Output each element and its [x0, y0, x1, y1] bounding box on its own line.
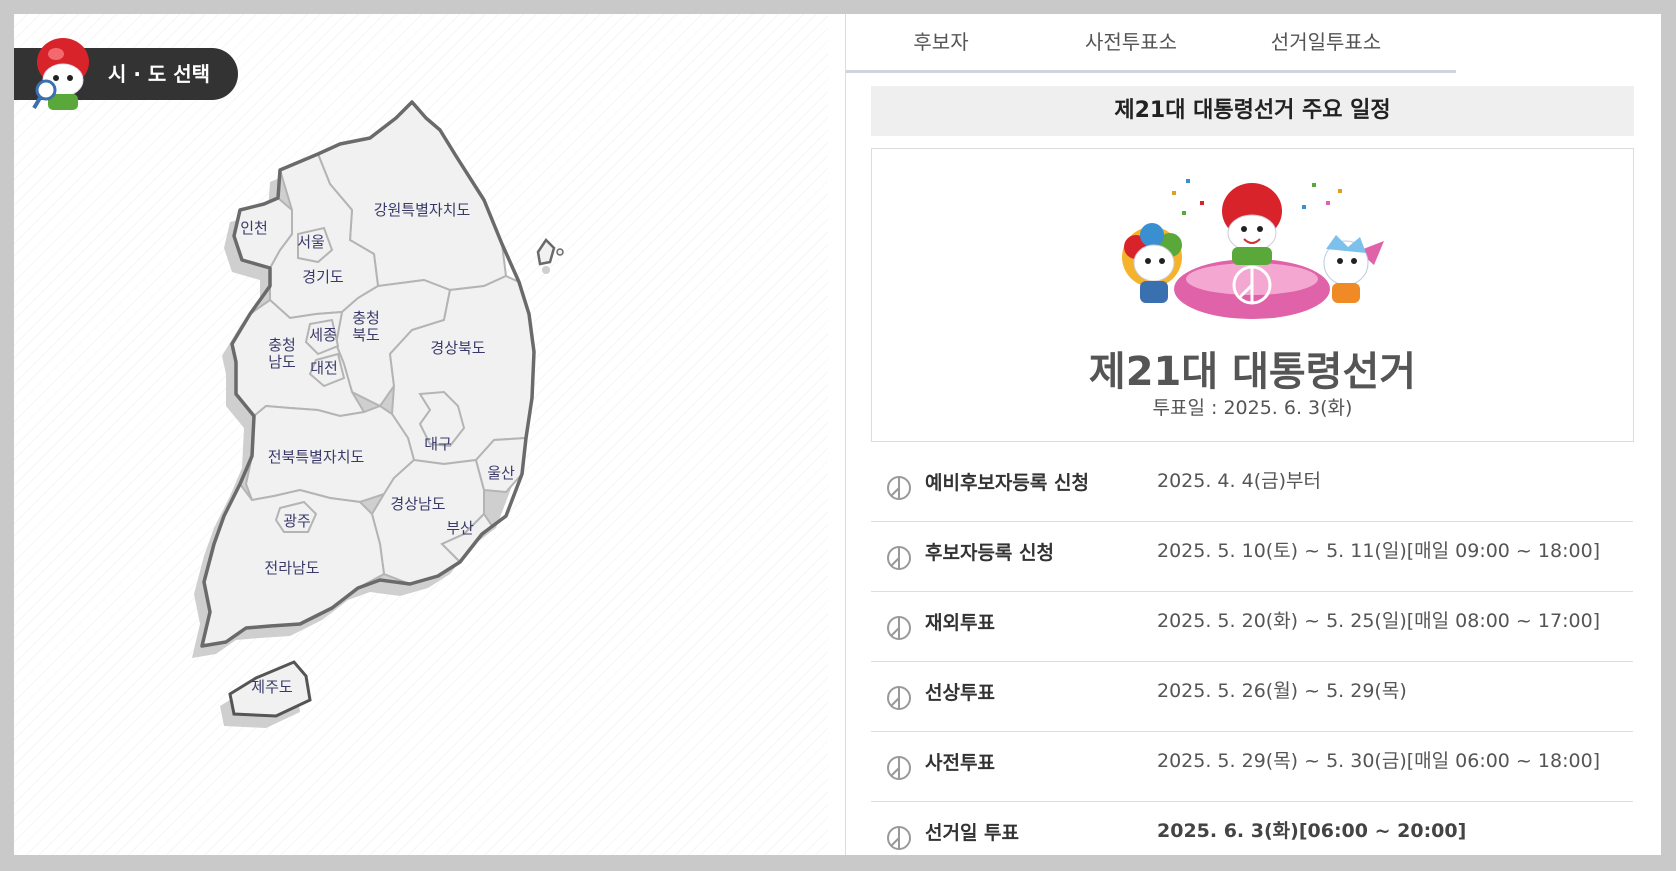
label-gyeongnam[interactable]: 경상남도: [390, 495, 445, 513]
label-busan[interactable]: 부산: [446, 519, 474, 537]
ballot-mark-icon: [887, 546, 911, 570]
label-seoul[interactable]: 서울: [297, 233, 325, 251]
schedule-item: 후보자등록 신청 2025. 5. 10(토) ~ 5. 11(일)[매일 09…: [871, 522, 1633, 592]
schedule-item-date: 2025. 4. 4(금)부터: [1157, 470, 1321, 492]
schedule-item: 선상투표 2025. 5. 26(월) ~ 5. 29(목): [871, 662, 1633, 732]
schedule-item-date: 2025. 5. 26(월) ~ 5. 29(목): [1157, 680, 1407, 702]
label-gwangju[interactable]: 광주: [283, 512, 311, 530]
ballot-mark-icon: [887, 476, 911, 500]
label-jeonbuk[interactable]: 전북특별자치도: [268, 448, 365, 466]
schedule-item: 예비후보자등록 신청 2025. 4. 4(금)부터: [871, 452, 1633, 522]
tab-bar: 후보자 사전투표소 선거일투표소: [846, 14, 1456, 73]
label-daejeon[interactable]: 대전: [310, 359, 338, 377]
label-gyeongbuk[interactable]: 경상북도: [430, 339, 485, 357]
map-panel: 인천 서울 경기도 강원특별자치도 충청 북도 충청 남도 세종 대전 경상북도…: [14, 14, 828, 855]
election-mascot-icon: [32, 38, 89, 110]
label-chungbuk-1[interactable]: 충청: [352, 309, 380, 327]
label-jeju[interactable]: 제주도: [251, 678, 293, 696]
label-chungnam-1[interactable]: 충청: [268, 336, 296, 354]
election-name: 제21대 대통령선거: [1088, 349, 1417, 395]
schedule-item-label: 후보자등록 신청: [925, 542, 1054, 564]
ballot-mark-icon: [887, 826, 911, 850]
ballot-mark-icon: [887, 616, 911, 640]
schedule-panel: 후보자 사전투표소 선거일투표소 제21대 대통령선거 주요 일정 제21대 대…: [846, 14, 1661, 855]
ballot-mark-icon: [887, 686, 911, 710]
schedule-item-label: 예비후보자등록 신청: [925, 472, 1089, 494]
tab-early-voting-stations[interactable]: 사전투표소: [1056, 14, 1206, 70]
vote-date: 투표일 : 2025. 6. 3(화): [1152, 397, 1353, 419]
tab-candidates[interactable]: 후보자: [876, 14, 1006, 70]
panel-divider: [828, 14, 846, 855]
label-gangwon[interactable]: 강원특별자치도: [374, 201, 471, 219]
election-mascots-image: [1122, 179, 1384, 319]
label-ulsan[interactable]: 울산: [487, 464, 515, 482]
schedule-item-label: 선거일 투표: [925, 822, 1020, 844]
schedule-item: 사전투표 2025. 5. 29(목) ~ 5. 30(금)[매일 06:00 …: [871, 732, 1633, 802]
schedule-item-date: 2025. 5. 10(토) ~ 5. 11(일)[매일 09:00 ~ 18:…: [1157, 540, 1601, 562]
schedule-item-date: 2025. 6. 3(화)[06:00 ~ 20:00]: [1157, 820, 1467, 842]
schedule-title: 제21대 대통령선거 주요 일정: [871, 86, 1634, 136]
tab-election-day-stations[interactable]: 선거일투표소: [1246, 14, 1406, 70]
election-card: 제21대 대통령선거 투표일 : 2025. 6. 3(화): [871, 148, 1634, 442]
schedule-item-label: 선상투표: [925, 682, 995, 704]
label-chungnam-2[interactable]: 남도: [268, 353, 296, 371]
region-select-label: 시 · 도 선택: [108, 62, 211, 86]
schedule-item-label: 재외투표: [925, 612, 995, 634]
schedule-item-date: 2025. 5. 29(목) ~ 5. 30(금)[매일 06:00 ~ 18:…: [1157, 750, 1601, 772]
ballot-mark-icon: [887, 756, 911, 780]
label-incheon[interactable]: 인천: [240, 219, 268, 237]
label-daegu[interactable]: 대구: [424, 435, 452, 453]
label-jeonnam[interactable]: 전라남도: [264, 559, 319, 577]
korea-map: 인천 서울 경기도 강원특별자치도 충청 북도 충청 남도 세종 대전 경상북도…: [192, 100, 564, 728]
label-gyeonggi[interactable]: 경기도: [302, 268, 344, 286]
label-chungbuk-2[interactable]: 북도: [352, 326, 380, 344]
schedule-item-label: 사전투표: [925, 752, 995, 774]
schedule-list: 예비후보자등록 신청 2025. 4. 4(금)부터 후보자등록 신청 2025…: [871, 452, 1633, 855]
label-sejong[interactable]: 세종: [309, 326, 337, 344]
schedule-item: 재외투표 2025. 5. 20(화) ~ 5. 25(일)[매일 08:00 …: [871, 592, 1633, 662]
schedule-item: 선거일 투표 2025. 6. 3(화)[06:00 ~ 20:00]: [871, 802, 1633, 855]
ulleungdo-island: [536, 238, 564, 274]
schedule-item-date: 2025. 5. 20(화) ~ 5. 25(일)[매일 08:00 ~ 17:…: [1157, 610, 1601, 632]
